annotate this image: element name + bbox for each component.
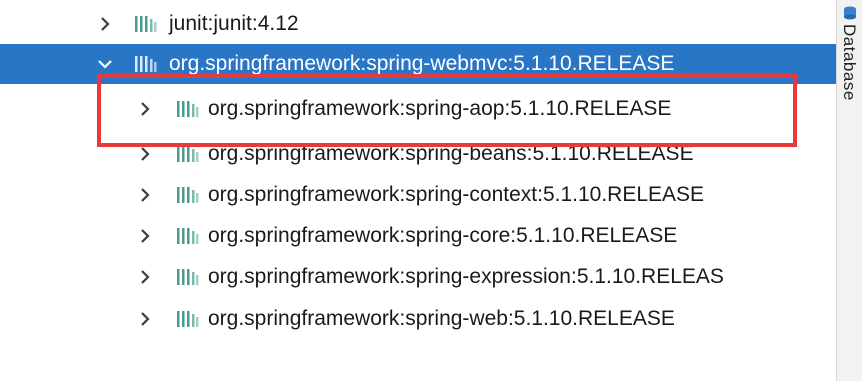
library-icon	[176, 134, 204, 174]
library-icon	[176, 216, 204, 256]
database-tool-tab[interactable]: Database	[840, 6, 861, 116]
library-icon	[134, 4, 162, 44]
tree-row-label: org.springframework:spring-webmvc:5.1.10…	[169, 52, 675, 75]
tree-row-label: org.springframework:spring-beans:5.1.10.…	[208, 142, 694, 165]
dependency-tree: junit:junit:4.12 org.springframework:spr…	[0, 0, 836, 381]
chevron-right-icon[interactable]	[136, 89, 154, 129]
tree-row-spring-web[interactable]: org.springframework:spring-web:5.1.10.RE…	[0, 299, 836, 339]
library-icon	[176, 257, 204, 297]
chevron-right-icon[interactable]	[136, 299, 154, 339]
chevron-down-icon[interactable]	[96, 44, 114, 84]
library-icon	[134, 44, 162, 84]
library-icon	[176, 299, 204, 339]
tree-row-spring-webmvc[interactable]: org.springframework:spring-webmvc:5.1.10…	[0, 44, 836, 84]
database-tab-label: Database	[840, 24, 859, 101]
chevron-right-icon[interactable]	[136, 134, 154, 174]
library-icon	[176, 175, 204, 215]
tree-row-label: org.springframework:spring-web:5.1.10.RE…	[208, 307, 675, 330]
tree-row-spring-core[interactable]: org.springframework:spring-core:5.1.10.R…	[0, 216, 836, 256]
tree-row-label: org.springframework:spring-expression:5.…	[208, 265, 724, 288]
library-icon	[176, 89, 204, 129]
tree-row-label: org.springframework:spring-context:5.1.1…	[208, 183, 705, 206]
chevron-right-icon[interactable]	[136, 216, 154, 256]
tree-row-junit[interactable]: junit:junit:4.12	[0, 4, 836, 44]
tree-row-label: junit:junit:4.12	[169, 12, 299, 35]
database-icon	[843, 6, 857, 20]
chevron-right-icon[interactable]	[136, 257, 154, 297]
tree-row-spring-beans[interactable]: org.springframework:spring-beans:5.1.10.…	[0, 134, 836, 174]
right-tool-strip: Database	[836, 0, 862, 381]
tree-row-spring-expression[interactable]: org.springframework:spring-expression:5.…	[0, 257, 836, 297]
tree-row-label: org.springframework:spring-aop:5.1.10.RE…	[208, 97, 672, 120]
tree-row-spring-context[interactable]: org.springframework:spring-context:5.1.1…	[0, 175, 836, 215]
tree-row-label: org.springframework:spring-core:5.1.10.R…	[208, 224, 678, 247]
tree-row-spring-aop[interactable]: org.springframework:spring-aop:5.1.10.RE…	[0, 89, 836, 129]
chevron-right-icon[interactable]	[136, 175, 154, 215]
chevron-right-icon[interactable]	[96, 4, 114, 44]
